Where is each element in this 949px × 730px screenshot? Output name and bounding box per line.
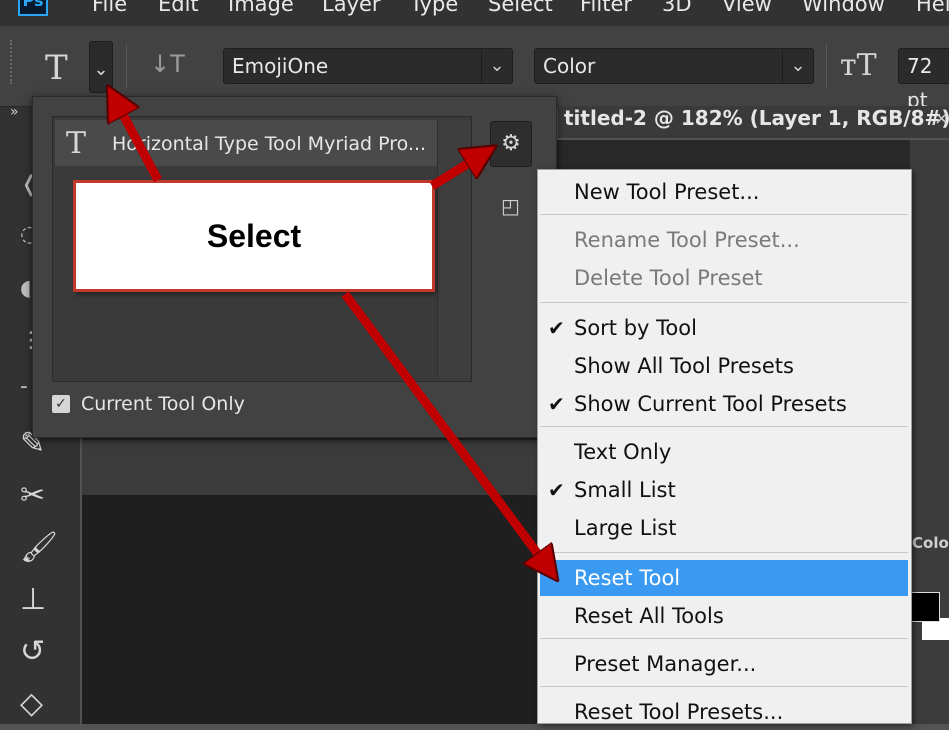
menu-item-new-tool-preset[interactable]: New Tool Preset... xyxy=(540,174,908,210)
collapse-panel-icon[interactable]: » xyxy=(10,104,19,120)
menu-window[interactable]: Window xyxy=(802,0,885,16)
crop-tool-icon[interactable]: ◖ xyxy=(20,276,32,301)
menu-type[interactable]: Type xyxy=(410,0,458,16)
eyedropper-tool-icon[interactable]: - xyxy=(20,374,28,399)
gear-icon: ⚙ xyxy=(501,131,521,156)
menu-item-reset-tool[interactable]: Reset Tool xyxy=(540,560,908,596)
menu-item-label: Reset All Tools xyxy=(574,604,724,628)
menu-separator xyxy=(540,686,908,687)
new-preset-icon[interactable]: ◰ xyxy=(501,194,520,218)
menu-item-show-all-tool-presets[interactable]: Show All Tool Presets xyxy=(540,348,908,384)
menu-file[interactable]: File xyxy=(92,0,127,16)
preset-list-scrollbar[interactable] xyxy=(437,120,470,378)
brush-tool-icon[interactable]: 🖌 xyxy=(20,530,58,565)
font-family-select[interactable]: EmojiOne ⌄ xyxy=(223,48,513,84)
menu-separator xyxy=(540,552,908,553)
menu-item-label: Reset Tool xyxy=(574,566,681,590)
font-style-select[interactable]: Color ⌄ xyxy=(534,48,814,84)
menu-item-show-current-tool-presets[interactable]: ✔ Show Current Tool Presets xyxy=(540,386,908,422)
font-style-value: Color xyxy=(543,54,596,78)
type-tool-icon: T xyxy=(66,126,87,161)
menu-item-label: Text Only xyxy=(574,440,672,464)
menu-edit[interactable]: Edit xyxy=(158,0,199,16)
toggle-text-orientation-icon[interactable]: ↓T xyxy=(150,50,185,78)
menu-item-text-only[interactable]: Text Only xyxy=(540,434,908,470)
divider xyxy=(126,44,127,88)
preset-settings-button[interactable]: ⚙ xyxy=(490,121,532,167)
menu-item-reset-tool-presets[interactable]: Reset Tool Presets... xyxy=(540,694,908,730)
menu-image[interactable]: Image xyxy=(228,0,294,16)
healing-brush-icon[interactable]: ✂ xyxy=(20,478,45,513)
menu-item-label: Preset Manager... xyxy=(574,652,757,676)
canvas-pasteboard xyxy=(82,440,542,495)
color-panel-label[interactable]: Color xyxy=(912,534,949,552)
menu-help[interactable]: Help xyxy=(916,0,949,16)
close-icon[interactable]: × xyxy=(934,108,949,129)
menu-3d[interactable]: 3D xyxy=(662,0,692,16)
menu-separator xyxy=(540,302,908,303)
font-size-field[interactable]: 72 pt xyxy=(898,48,949,112)
font-size-icon: ᴛT xyxy=(840,48,877,83)
photoshop-logo: Ps xyxy=(18,0,48,16)
menu-item-preset-manager[interactable]: Preset Manager... xyxy=(540,646,908,682)
annotation-callout: Select xyxy=(73,180,435,292)
menu-separator xyxy=(540,426,908,427)
menu-item-small-list[interactable]: ✔ Small List xyxy=(540,472,908,508)
font-family-value: EmojiOne xyxy=(232,54,329,78)
current-tool-only-checkbox[interactable]: ✓ xyxy=(52,395,70,413)
menu-item-large-list[interactable]: Large List xyxy=(540,510,908,546)
chevron-down-icon[interactable]: ⌄ xyxy=(782,49,813,83)
foreground-color-swatch[interactable] xyxy=(910,592,940,622)
menu-item-label: Large List xyxy=(574,516,677,540)
checkmark-icon: ✔ xyxy=(548,392,565,416)
menu-item-rename-tool-preset: Rename Tool Preset... xyxy=(540,222,908,258)
history-brush-icon[interactable]: ↺ xyxy=(20,634,45,669)
chevron-down-icon: ⌄ xyxy=(93,59,109,80)
preset-name[interactable]: Horizontal Type Tool Myriad Pro... xyxy=(112,133,426,155)
menu-item-delete-tool-preset: Delete Tool Preset xyxy=(540,260,908,296)
menu-item-label: Show Current Tool Presets xyxy=(574,392,847,416)
eraser-tool-icon[interactable]: ◇ xyxy=(20,686,43,721)
annotation-callout-text: Select xyxy=(206,218,302,254)
menu-filter[interactable]: Filter xyxy=(580,0,632,16)
clone-stamp-icon[interactable]: ⊥ xyxy=(20,582,46,617)
menu-view[interactable]: View xyxy=(722,0,772,16)
chevron-down-icon[interactable]: ⌄ xyxy=(481,49,512,83)
menu-item-label: Delete Tool Preset xyxy=(574,266,763,290)
menu-separator xyxy=(540,638,908,639)
menu-item-label: Reset Tool Presets... xyxy=(574,700,784,724)
divider xyxy=(826,44,827,88)
menu-separator xyxy=(540,214,908,215)
options-bar-grip[interactable] xyxy=(10,40,14,84)
tool-preset-picker-button[interactable]: ⌄ xyxy=(89,41,113,93)
menu-item-sort-by-tool[interactable]: ✔ Sort by Tool xyxy=(540,310,908,346)
current-tool-only-label: Current Tool Only xyxy=(81,393,245,415)
menu-item-label: Sort by Tool xyxy=(574,316,697,340)
preset-options-menu: New Tool Preset... Rename Tool Preset...… xyxy=(537,169,912,724)
type-tool-icon: T xyxy=(45,48,68,88)
checkmark-icon: ✔ xyxy=(548,478,565,502)
menu-item-label: Show All Tool Presets xyxy=(574,354,794,378)
menu-item-reset-all-tools[interactable]: Reset All Tools xyxy=(540,598,908,634)
canvas[interactable] xyxy=(82,495,542,724)
menu-select[interactable]: Select xyxy=(488,0,553,16)
menu-item-label: Small List xyxy=(574,478,676,502)
document-tab-title: titled-2 @ 182% (Layer 1, RGB/8#) * xyxy=(564,106,949,130)
checkmark-icon: ✔ xyxy=(548,316,565,340)
menu-item-label: Rename Tool Preset... xyxy=(574,228,800,252)
menu-layer[interactable]: Layer xyxy=(322,0,381,16)
menu-item-label: New Tool Preset... xyxy=(574,180,760,204)
